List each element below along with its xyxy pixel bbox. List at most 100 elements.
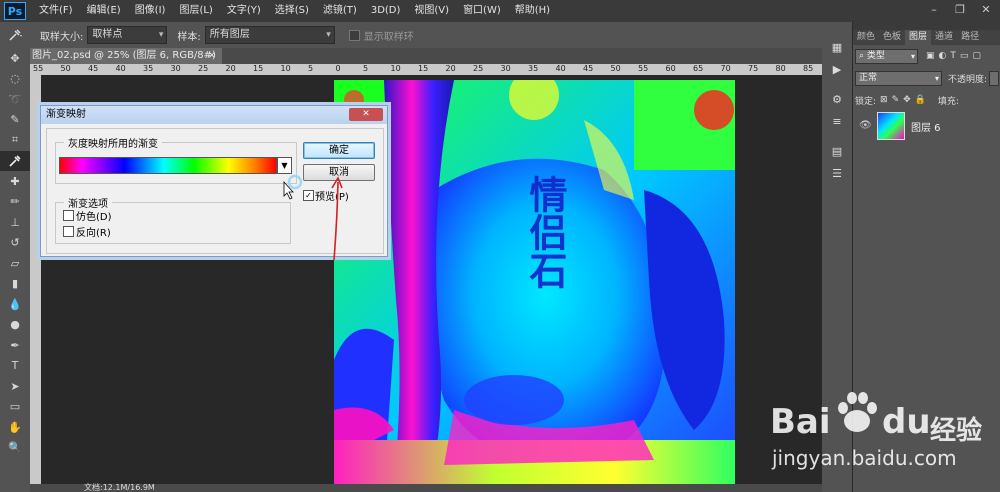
brush-tool-icon[interactable]: ✏: [0, 192, 30, 213]
eraser-tool-icon[interactable]: ▱: [0, 253, 30, 274]
dodge-tool-icon[interactable]: ●: [0, 315, 30, 336]
ruler-tick-label: 0: [335, 64, 341, 73]
panel-tabs: 颜色 色板 图层 通道 路径: [853, 30, 1000, 45]
dialog-close-button[interactable]: ✕: [349, 108, 383, 121]
restore-button[interactable]: ❐: [950, 2, 970, 18]
history-panel-icon[interactable]: ▦: [822, 36, 852, 58]
sample-select[interactable]: 所有图层: [204, 26, 335, 44]
healing-brush-tool-icon[interactable]: ✚: [0, 171, 30, 192]
zoom-tool-icon[interactable]: 🔍: [0, 438, 30, 459]
ruler-tick-label: 60: [665, 64, 676, 73]
properties-panel-icon[interactable]: ≡: [822, 110, 852, 132]
status-bar: 文档:12.1M/16.9M: [30, 484, 822, 492]
lasso-tool-icon[interactable]: ➰: [0, 89, 30, 110]
document-size-status: 文档:12.1M/16.9M: [84, 483, 155, 492]
reverse-checkbox[interactable]: [63, 226, 74, 237]
menu-window[interactable]: 窗口(W): [456, 0, 508, 22]
visibility-eye-icon[interactable]: 👁: [859, 120, 872, 131]
menu-type[interactable]: 文字(Y): [220, 0, 268, 22]
dither-checkbox[interactable]: [63, 210, 74, 221]
menu-view[interactable]: 视图(V): [407, 0, 456, 22]
ruler-tick-label: 40: [555, 64, 566, 73]
ruler-tick-label: 70: [720, 64, 731, 73]
minimize-button[interactable]: –: [924, 2, 944, 18]
menu-file[interactable]: 文件(F): [32, 0, 80, 22]
crop-tool-icon[interactable]: ⌗: [0, 130, 30, 151]
sample-size-select[interactable]: 取样点: [87, 26, 168, 44]
ruler-tick-label: 85: [803, 64, 814, 73]
menu-layer[interactable]: 图层(L): [172, 0, 219, 22]
ruler-tick-label: 5: [308, 64, 314, 73]
dialog-title: 渐变映射: [46, 109, 86, 120]
show-ring-checkbox[interactable]: [348, 29, 360, 41]
tab-color[interactable]: 颜色: [853, 30, 879, 45]
lock-row: 锁定: ⊠✎✥🔒 填充:: [855, 92, 959, 108]
paragraph-panel-icon[interactable]: ☰: [822, 162, 852, 184]
ruler-tick-label: 5: [363, 64, 369, 73]
menu-edit[interactable]: 编辑(E): [80, 0, 128, 22]
red-arrow-icon: [333, 181, 339, 261]
layer-filter-row: ⌕ 类型 ▣◐T▭▢: [855, 48, 985, 64]
shape-tool-icon[interactable]: ▭: [0, 397, 30, 418]
menu-filter[interactable]: 滤镜(T): [316, 0, 364, 22]
document-image[interactable]: 情侣石: [334, 80, 735, 484]
annotation-overlay: [283, 174, 343, 261]
blur-tool-icon[interactable]: 💧: [0, 294, 30, 315]
blend-mode-select[interactable]: 正常: [855, 70, 942, 86]
move-tool-icon[interactable]: ✥: [0, 48, 30, 69]
pen-tool-icon[interactable]: ✒: [0, 335, 30, 356]
opacity-input[interactable]: [989, 70, 1000, 86]
gradient-group-label: 灰度映射所用的渐变: [64, 135, 162, 150]
ruler-tick-label: 40: [115, 64, 126, 73]
fill-label: 填充:: [937, 96, 959, 107]
eyedropper-tool-icon[interactable]: [0, 150, 30, 171]
history-brush-tool-icon[interactable]: ↺: [0, 233, 30, 254]
menu-select[interactable]: 选择(S): [268, 0, 316, 22]
ok-button[interactable]: 确定: [303, 142, 375, 159]
path-select-tool-icon[interactable]: ➤: [0, 376, 30, 397]
watermark-brand2: du: [882, 402, 931, 442]
tab-channels[interactable]: 通道: [931, 30, 957, 45]
eyedropper-preset-icon[interactable]: [0, 24, 30, 46]
tab-swatches[interactable]: 色板: [879, 30, 905, 45]
ruler-tick-label: 15: [253, 64, 264, 73]
menu-image[interactable]: 图像(I): [128, 0, 173, 22]
gradient-tool-icon[interactable]: ▮: [0, 274, 30, 295]
document-tab-title: 图片_02.psd @ 25% (图层 6, RGB/8#): [32, 50, 216, 61]
ruler-tick-label: 80: [775, 64, 786, 73]
ruler-tick-label: 10: [280, 64, 291, 73]
search-icon: ⌕: [859, 50, 867, 61]
lock-icons[interactable]: ⊠✎✥🔒: [880, 95, 930, 105]
menu-3d[interactable]: 3D(D): [364, 0, 408, 22]
actions-play-icon[interactable]: ▶: [822, 58, 852, 80]
cursor-ring-icon: [287, 174, 303, 190]
opacity-label: 不透明度:: [948, 74, 988, 85]
marquee-tool-icon[interactable]: ◌: [0, 69, 30, 90]
clone-stamp-tool-icon[interactable]: ⊥: [0, 212, 30, 233]
dialog-title-bar[interactable]: 渐变映射 ✕: [41, 106, 387, 124]
tab-layers[interactable]: 图层: [905, 30, 932, 45]
close-window-button[interactable]: ✕: [976, 2, 996, 18]
ruler-tick-label: 25: [198, 64, 209, 73]
tab-paths[interactable]: 路径: [957, 30, 983, 45]
type-tool-icon[interactable]: T: [0, 356, 30, 377]
layer-row[interactable]: 👁 图层 6: [853, 108, 1000, 144]
ruler-tick-label: 15: [418, 64, 429, 73]
quick-select-tool-icon[interactable]: ✎: [0, 110, 30, 131]
carved-text: 情侣石: [523, 175, 568, 289]
baidu-jingyan-watermark: Bai du 经验 jingyan.baidu.com: [770, 384, 990, 492]
lock-label: 锁定:: [855, 96, 877, 107]
filter-icons[interactable]: ▣◐T▭▢: [926, 51, 985, 61]
watermark-brand: Bai: [770, 402, 831, 442]
layer-filter-select[interactable]: ⌕ 类型: [855, 48, 918, 64]
document-tab[interactable]: 图片_02.psd @ 25% (图层 6, RGB/8#) ×: [30, 48, 222, 64]
gradient-picker[interactable]: [59, 157, 277, 174]
adjustments-panel-icon[interactable]: ⚙: [822, 88, 852, 110]
menu-help[interactable]: 帮助(H): [508, 0, 557, 22]
ruler-tick-label: 20: [445, 64, 456, 73]
close-document-icon[interactable]: ×: [208, 48, 216, 64]
layer-thumbnail: [877, 112, 905, 140]
hand-tool-icon[interactable]: ✋: [0, 417, 30, 438]
character-panel-icon[interactable]: ▤: [822, 140, 852, 162]
baidu-paw-icon: [838, 392, 877, 432]
